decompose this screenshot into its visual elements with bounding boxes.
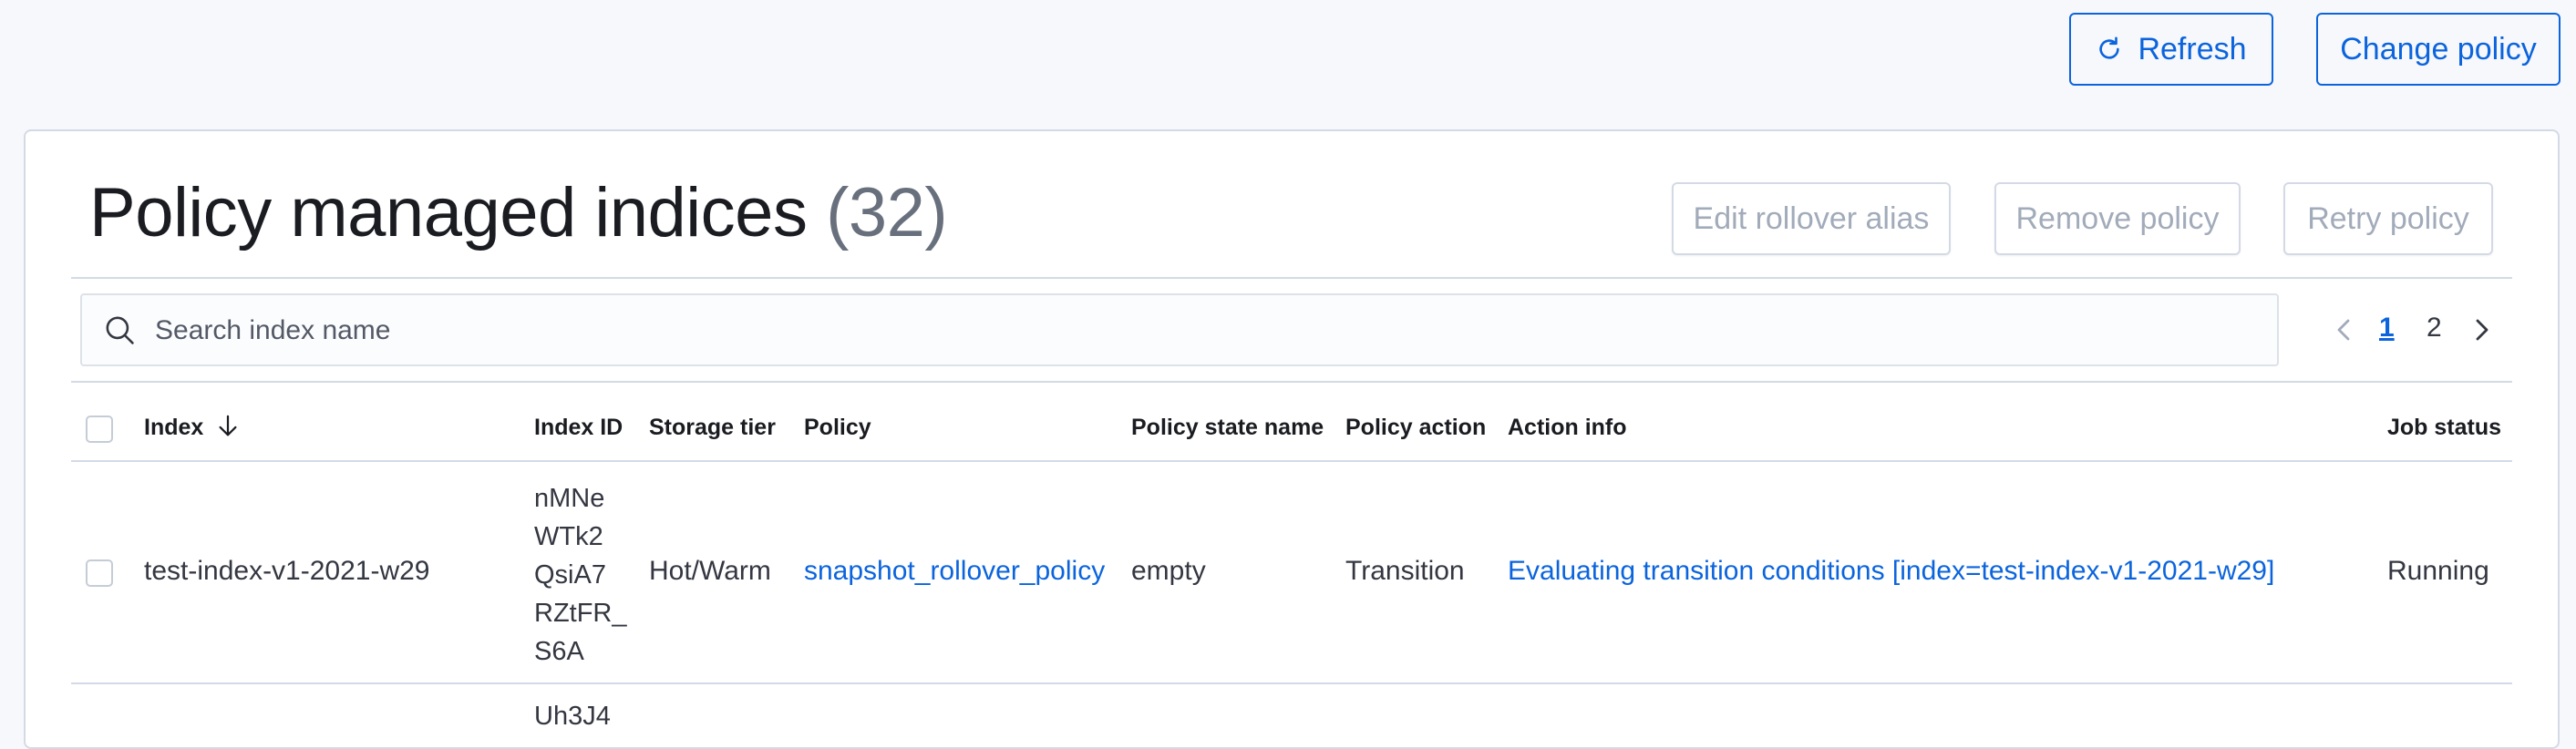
sort-down-arrow-icon	[219, 415, 237, 436]
cell-job-status: Running	[2387, 556, 2489, 586]
title-divider	[71, 277, 2512, 279]
row-checkbox[interactable]	[86, 559, 113, 587]
select-all-checkbox[interactable]	[86, 416, 113, 443]
cell-policy-link[interactable]: snapshot_rollover_policy	[804, 556, 1105, 587]
refresh-icon	[2099, 36, 2120, 59]
search-divider	[71, 381, 2512, 383]
edit-rollover-alias-label: Edit rollover alias	[1693, 200, 1930, 236]
page-2-link[interactable]: 2	[2427, 313, 2442, 344]
search-box[interactable]	[80, 293, 2279, 366]
retry-policy-button[interactable]: Retry policy	[2283, 182, 2493, 255]
column-header-storage-tier[interactable]: Storage tier	[649, 415, 776, 441]
index-id-line: S6A	[534, 637, 584, 666]
change-policy-button[interactable]: Change policy	[2316, 13, 2561, 86]
column-header-index-label: Index	[144, 415, 204, 440]
cell-policy-action: Transition	[1345, 556, 1465, 586]
column-header-policy[interactable]: Policy	[804, 415, 871, 441]
remove-policy-label: Remove policy	[2015, 200, 2220, 236]
retry-policy-label: Retry policy	[2307, 200, 2469, 236]
refresh-label: Refresh	[2138, 31, 2247, 67]
column-header-job-status[interactable]: Job status	[2387, 415, 2501, 441]
page-title: Policy managed indices (32)	[89, 173, 948, 252]
refresh-button[interactable]: Refresh	[2069, 13, 2273, 86]
index-id-line: RZtFR_	[534, 599, 627, 628]
row-divider	[71, 682, 2512, 684]
header-divider	[71, 460, 2512, 462]
column-header-policy-state[interactable]: Policy state name	[1131, 415, 1324, 441]
search-input[interactable]	[153, 295, 2253, 366]
change-policy-label: Change policy	[2340, 31, 2537, 67]
chevron-right-icon[interactable]	[2470, 315, 2492, 344]
index-id-line: nMNe	[534, 484, 605, 513]
cell-action-info-link[interactable]: Evaluating transition conditions [index=…	[1508, 556, 2274, 587]
indices-count: (32)	[826, 174, 948, 251]
chevron-left-icon[interactable]	[2334, 315, 2355, 344]
cell-index-id: nMNe WTk2 QsiA7 RZtFR_ S6A	[534, 479, 627, 671]
cell-policy-state: empty	[1131, 556, 1206, 586]
index-id-line: WTk2	[534, 522, 603, 551]
column-header-action-info[interactable]: Action info	[1508, 415, 1627, 441]
cell-index-id: Uh3J4	[534, 702, 611, 731]
page-1-link[interactable]: 1	[2379, 313, 2395, 344]
index-id-line: QsiA7	[534, 560, 606, 590]
column-header-index-id[interactable]: Index ID	[534, 415, 623, 441]
cell-index: test-index-v1-2021-w29	[144, 556, 430, 586]
cell-storage-tier: Hot/Warm	[649, 556, 771, 586]
page-title-text: Policy managed indices	[89, 174, 808, 251]
edit-rollover-alias-button[interactable]: Edit rollover alias	[1672, 182, 1951, 255]
column-header-policy-action[interactable]: Policy action	[1345, 415, 1486, 441]
remove-policy-button[interactable]: Remove policy	[1994, 182, 2241, 255]
column-header-index[interactable]: Index	[144, 415, 239, 441]
search-icon	[106, 316, 134, 344]
